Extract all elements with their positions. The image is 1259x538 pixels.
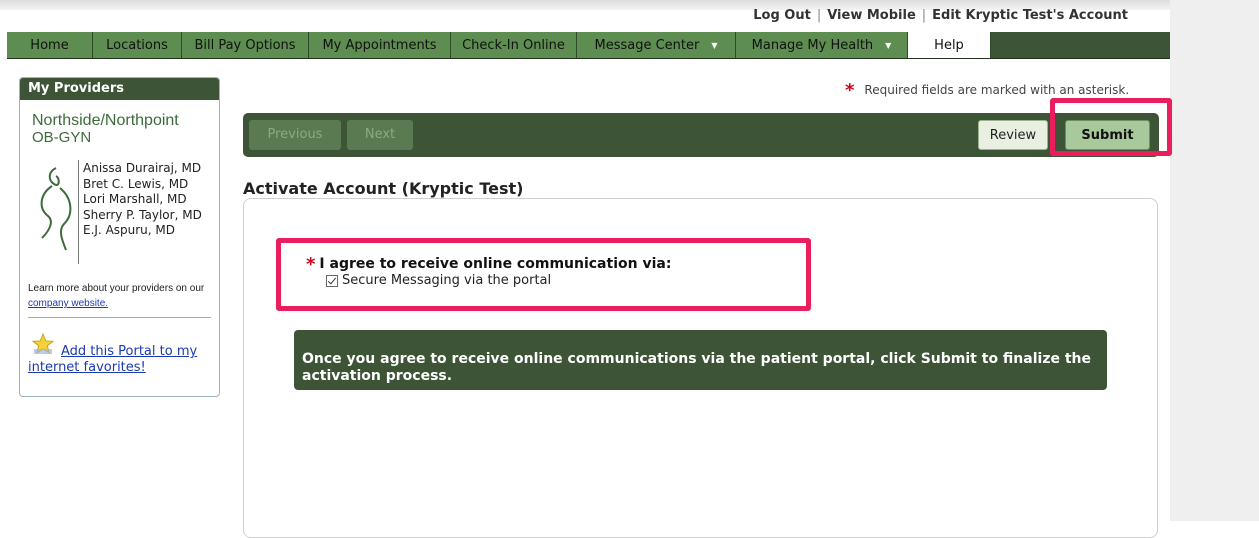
main-nav: Home Locations Bill Pay Options My Appoi… — [7, 32, 1170, 59]
panel-divider — [28, 317, 211, 318]
secure-messaging-checkbox[interactable] — [326, 274, 338, 287]
page-title: Activate Account (Kryptic Test) — [243, 179, 524, 198]
link-separator: | — [816, 8, 822, 23]
chevron-down-icon: ▼ — [711, 40, 718, 50]
nav-item-label: Bill Pay Options — [194, 37, 296, 53]
doctor-name: Bret C. Lewis, MD — [83, 176, 189, 191]
nav-item-message-center[interactable]: Message Center ▼ — [577, 32, 736, 58]
doctor-name: E.J. Aspuru, MD — [83, 223, 176, 237]
nav-item-locations[interactable]: Locations — [93, 32, 182, 58]
wizard-toolbar: Previous Next Review Submit — [243, 113, 1159, 157]
providers-panel-header: My Providers — [20, 78, 219, 100]
nav-item-label: Manage My Health — [751, 37, 874, 53]
nav-item-label: Help — [934, 37, 964, 53]
chevron-down-icon: ▼ — [885, 40, 892, 50]
agreement-label: * I agree to receive online communication… — [306, 254, 671, 275]
add-to-favorites-link[interactable]: Add this Portal to my internet favorites… — [9, 344, 199, 376]
submit-highlight-box — [1050, 98, 1172, 156]
nav-item-manage-my-health[interactable]: Manage My Health ▼ — [736, 32, 908, 58]
favorites-line1: Add this Portal to my — [61, 344, 198, 359]
nav-item-bill-pay-options[interactable]: Bill Pay Options — [182, 32, 309, 58]
practice-specialty: OB-GYN — [32, 129, 92, 146]
nav-item-help[interactable]: Help — [908, 32, 991, 58]
review-button[interactable]: Review — [978, 120, 1048, 150]
required-asterisk: * — [845, 80, 855, 101]
required-note-text: Required fields are marked with an aster… — [864, 83, 1130, 97]
link-separator: | — [921, 8, 927, 23]
agreement-label-text: I agree to receive online communication … — [319, 256, 672, 272]
nav-item-label: Check-In Online — [462, 37, 565, 53]
doctor-list: Anissa Durairaj, MD Bret C. Lewis, MD Lo… — [83, 161, 202, 239]
learn-more-text: Learn more about your providers on our c… — [28, 281, 219, 311]
log-out-link[interactable]: Log Out — [753, 8, 811, 23]
nav-item-label: My Appointments — [322, 37, 437, 53]
nav-item-my-appointments[interactable]: My Appointments — [309, 32, 451, 58]
doctor-name: Lori Marshall, MD — [83, 192, 187, 206]
nav-item-check-in-online[interactable]: Check-In Online — [451, 32, 577, 58]
nav-item-home[interactable]: Home — [7, 32, 93, 58]
practice-name: Northside/Northpoint — [32, 112, 179, 129]
edit-account-link[interactable]: Edit Kryptic Test's Account — [932, 8, 1128, 23]
doctor-name: Anissa Durairaj, MD — [83, 161, 202, 175]
practice-logo-icon — [40, 167, 72, 251]
account-links: Log Out | View Mobile | Edit Kryptic Test's … — [753, 8, 1128, 23]
company-website-link[interactable]: company website. — [28, 298, 108, 309]
secure-messaging-label[interactable]: Secure Messaging via the portal — [342, 273, 551, 288]
view-mobile-link[interactable]: View Mobile — [827, 8, 916, 23]
previous-button[interactable]: Previous — [249, 120, 341, 150]
right-margin-strip — [1170, 0, 1259, 521]
doctor-name: Sherry P. Taylor, MD — [83, 207, 202, 222]
next-button[interactable]: Next — [347, 120, 413, 150]
logo-divider — [78, 160, 79, 264]
providers-panel: My Providers Northside/Northpoint OB-GYN… — [19, 77, 220, 397]
nav-item-label: Locations — [106, 37, 168, 53]
secure-messaging-option: Secure Messaging via the portal — [326, 273, 551, 288]
nav-item-label: Message Center — [594, 37, 700, 53]
learn-more-label: Learn more about your providers on our — [28, 283, 205, 294]
favorites-line2: internet favorites! — [28, 360, 146, 375]
info-message: Once you agree to receive online communi… — [294, 330, 1107, 390]
info-message-text: Once you agree to receive online communi… — [302, 351, 1091, 384]
nav-item-label: Home — [30, 37, 69, 53]
required-asterisk: * — [306, 254, 316, 275]
